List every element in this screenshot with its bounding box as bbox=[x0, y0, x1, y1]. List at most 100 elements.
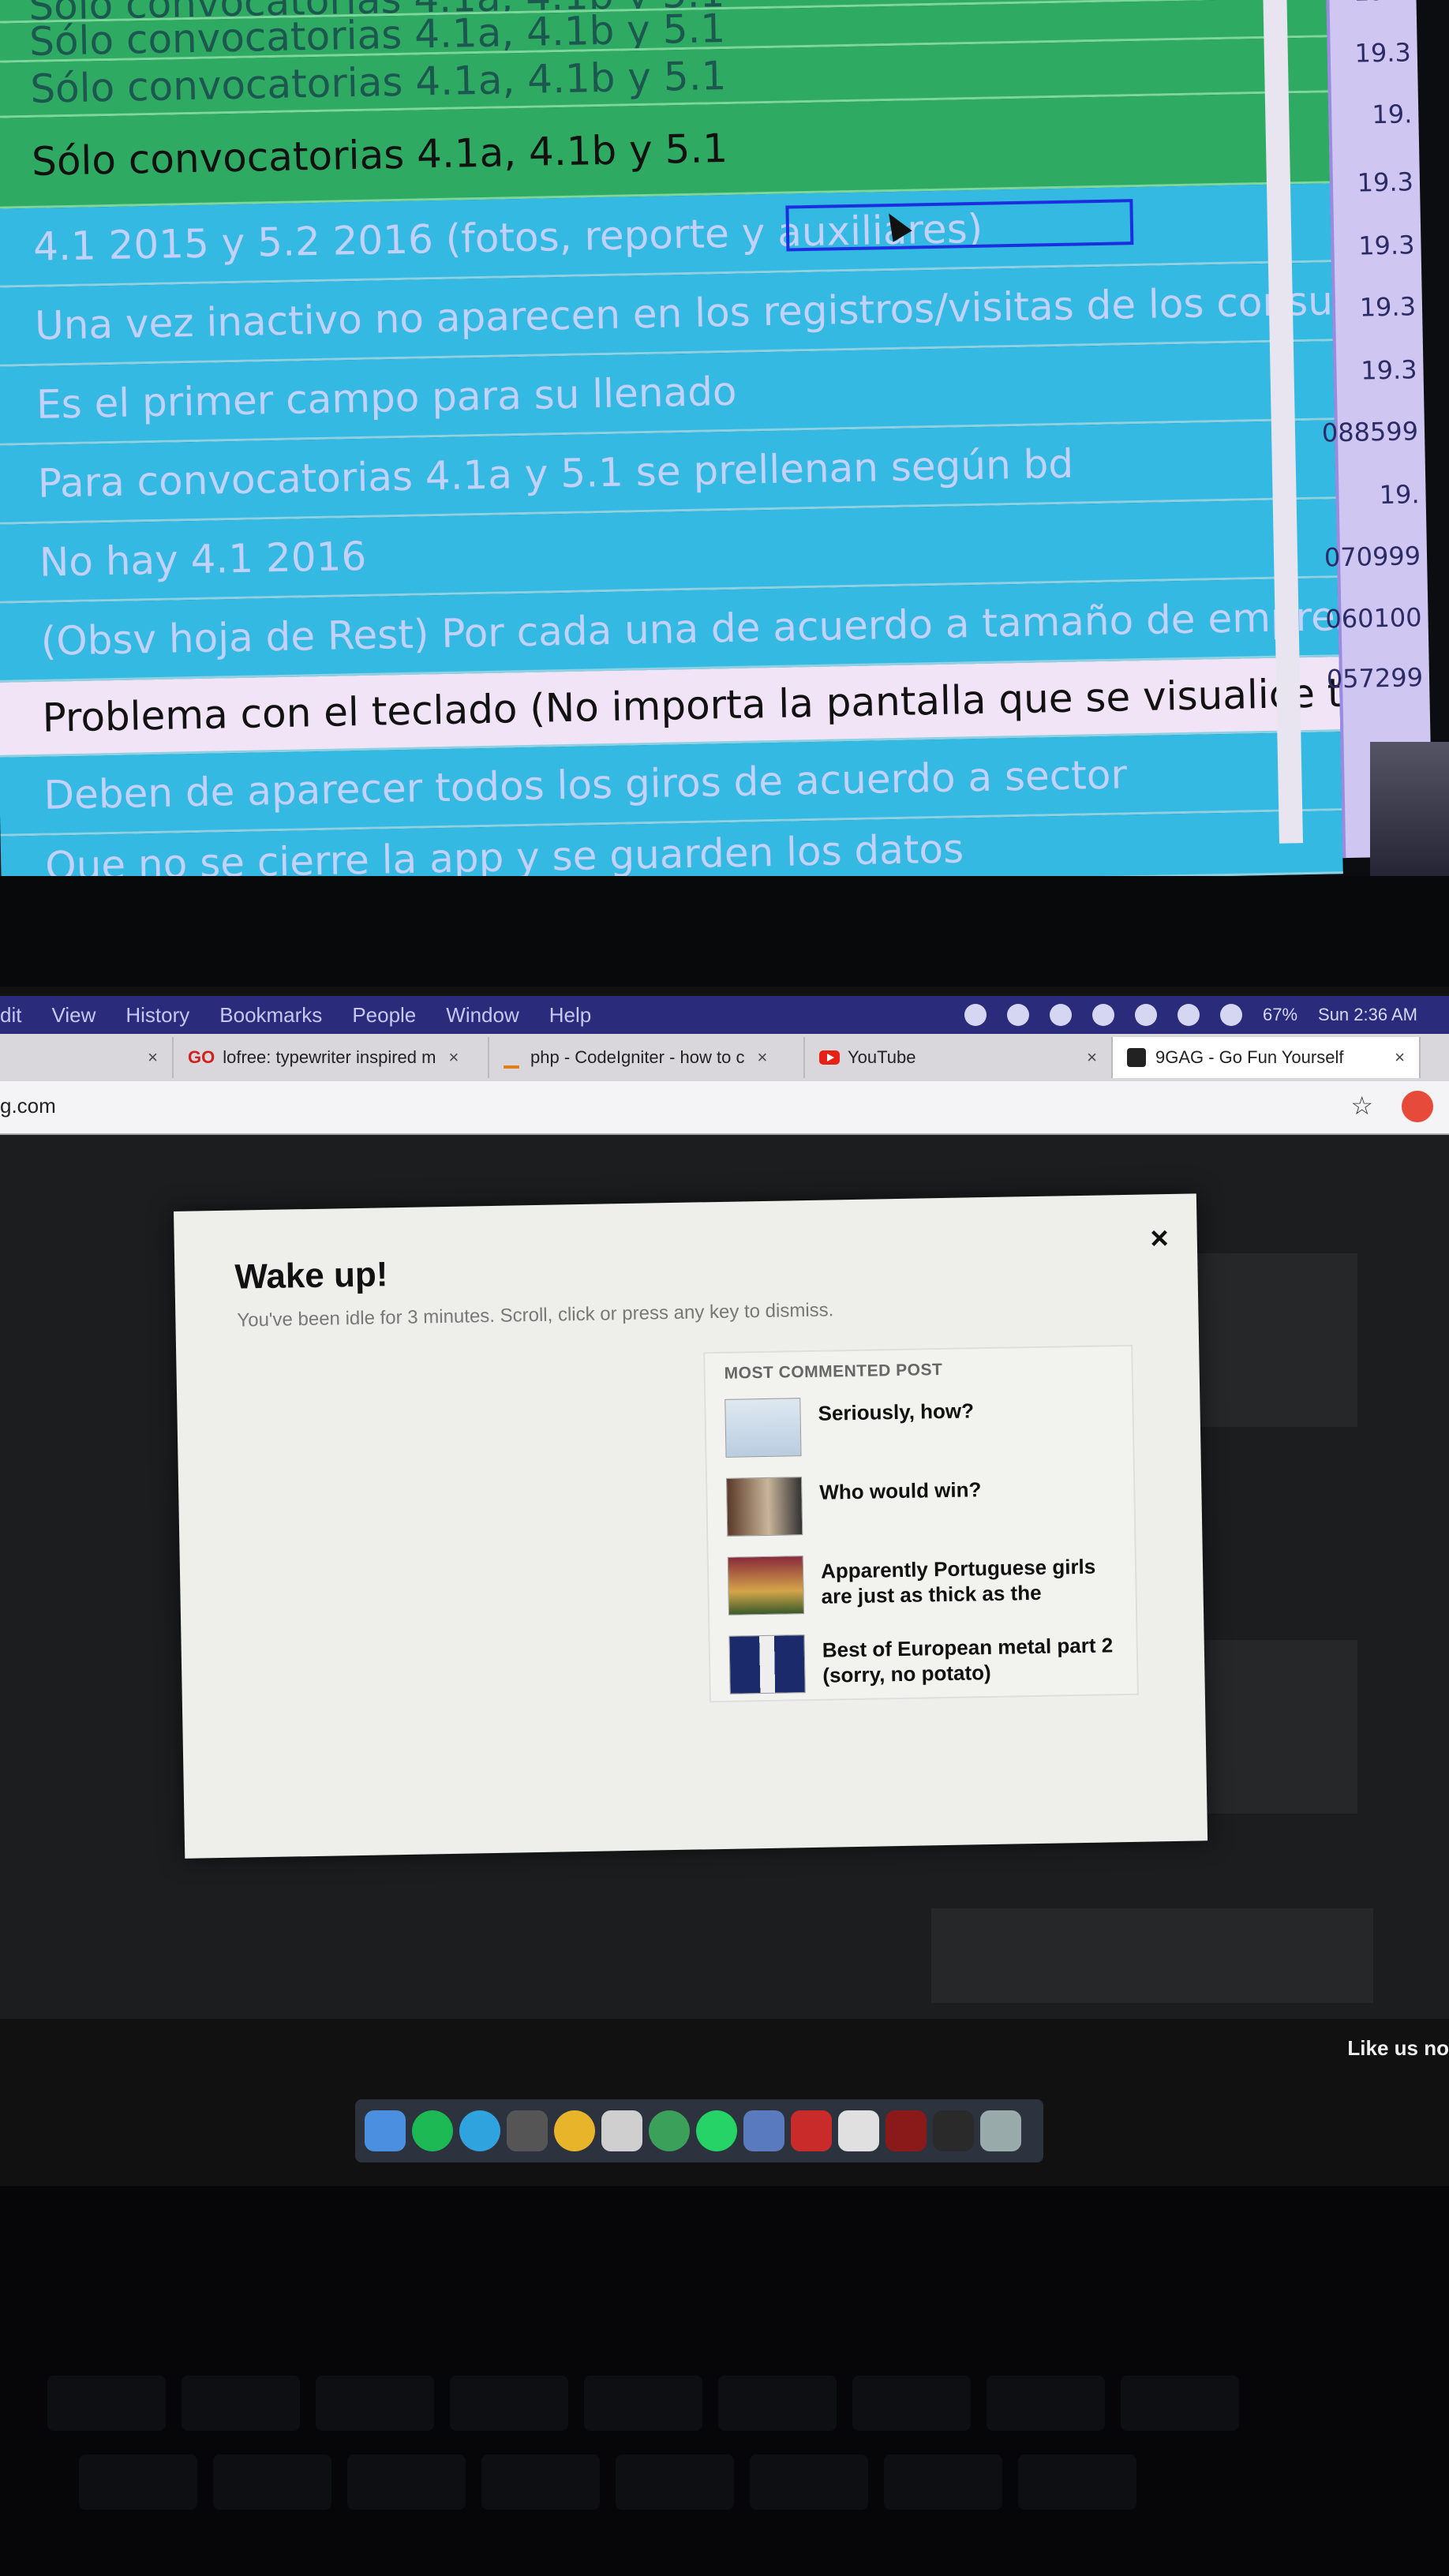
value-cell: 19.3 bbox=[1354, 37, 1412, 69]
tab-9gag[interactable]: 9GAG - Go Fun Yourself × bbox=[1113, 1037, 1421, 1078]
chrome-icon[interactable] bbox=[554, 2110, 595, 2151]
filezilla-icon[interactable] bbox=[791, 2110, 832, 2151]
value-cell: 19. bbox=[1372, 99, 1413, 130]
post-title[interactable]: Seriously, how? bbox=[818, 1395, 1125, 1426]
post-title[interactable]: Apparently Portuguese girls are just as … bbox=[821, 1553, 1129, 1609]
keyboard-key bbox=[852, 2376, 971, 2431]
post-title[interactable]: Best of European metal part 2 (sorry, no… bbox=[822, 1632, 1131, 1688]
keyboard-key bbox=[182, 2376, 300, 2431]
trash-icon[interactable] bbox=[980, 2110, 1021, 2151]
post-thumbnail[interactable] bbox=[728, 1634, 806, 1694]
bookmark-star-icon[interactable]: ☆ bbox=[1350, 1091, 1373, 1121]
value-cell: 19.3 bbox=[1357, 167, 1414, 198]
cell-text: Es el primer campo para su llenado bbox=[36, 368, 737, 428]
tab-label: php - CodeIgniter - how to c bbox=[530, 1047, 745, 1067]
finder-icon[interactable] bbox=[365, 2110, 406, 2151]
keyboard-icon[interactable] bbox=[1219, 1004, 1242, 1026]
spreadsheet[interactable]: Sólo convocatorias 4.1a, 4.1b y 5.1 Sólo… bbox=[0, 0, 1433, 884]
tab-label: YouTube bbox=[848, 1047, 916, 1067]
app-icon[interactable] bbox=[838, 2110, 879, 2151]
youtube-icon bbox=[819, 1050, 840, 1065]
telegram-icon[interactable] bbox=[459, 2110, 500, 2151]
idle-modal[interactable]: × Wake up! You've been idle for 3 minute… bbox=[174, 1193, 1208, 1859]
close-icon[interactable]: × bbox=[1087, 1047, 1097, 1068]
status-area: 67% Sun 2:36 AM bbox=[964, 1004, 1417, 1026]
creative-cloud-icon[interactable] bbox=[964, 1004, 987, 1026]
telegram-icon[interactable] bbox=[1006, 1004, 1029, 1026]
keyboard-key bbox=[1018, 2454, 1136, 2510]
sequel-pro-icon[interactable] bbox=[507, 2110, 548, 2151]
url-text[interactable]: g.com bbox=[0, 1094, 56, 1118]
cell-text: Sólo convocatorias 4.1a, 4.1b y 5.1 bbox=[29, 52, 727, 112]
volume-icon[interactable] bbox=[1134, 1004, 1157, 1026]
mac-dock bbox=[355, 2099, 1043, 2162]
keyboard-key bbox=[616, 2454, 734, 2510]
acrobat-icon[interactable] bbox=[886, 2110, 927, 2151]
close-icon[interactable]: × bbox=[448, 1047, 459, 1068]
extension-icon[interactable] bbox=[1402, 1091, 1433, 1122]
menu-people[interactable]: People bbox=[352, 1003, 416, 1028]
close-icon[interactable]: × bbox=[1395, 1047, 1405, 1068]
9gag-icon bbox=[1127, 1048, 1146, 1067]
post-thumbnail[interactable] bbox=[724, 1398, 802, 1458]
menu-window[interactable]: Window bbox=[446, 1003, 519, 1028]
tab-label: lofree: typewriter inspired m bbox=[223, 1047, 436, 1067]
menu-bookmarks[interactable]: Bookmarks bbox=[219, 1003, 322, 1028]
close-icon[interactable]: × bbox=[757, 1047, 767, 1068]
stackoverflow-icon bbox=[504, 1046, 519, 1069]
post-item[interactable]: Seriously, how? bbox=[724, 1392, 1120, 1461]
keyboard-key bbox=[79, 2454, 197, 2510]
tab[interactable]: × bbox=[0, 1037, 174, 1078]
keyboard-key bbox=[213, 2454, 331, 2510]
menu-view[interactable]: View bbox=[51, 1003, 95, 1028]
menu-edit[interactable]: dit bbox=[0, 1003, 21, 1028]
clock[interactable]: Sun 2:36 AM bbox=[1318, 1005, 1417, 1025]
console-icon[interactable] bbox=[933, 2110, 974, 2151]
post-item[interactable]: Apparently Portuguese girls are just as … bbox=[727, 1550, 1123, 1619]
tab-youtube[interactable]: YouTube × bbox=[805, 1037, 1113, 1078]
section-header: MOST COMMENTED POST bbox=[724, 1361, 943, 1383]
close-icon[interactable]: × bbox=[148, 1047, 158, 1068]
app-icon[interactable] bbox=[649, 2110, 690, 2151]
keyboard-key bbox=[884, 2454, 1002, 2510]
tab-lofree[interactable]: GO lofree: typewriter inspired m × bbox=[174, 1037, 489, 1078]
keyboard-key bbox=[987, 2376, 1105, 2431]
spotify-icon[interactable] bbox=[412, 2110, 453, 2151]
cell-text: Para convocatorias 4.1a y 5.1 se prellen… bbox=[37, 440, 1074, 507]
post-thumbnail[interactable] bbox=[727, 1556, 805, 1616]
keyboard-key bbox=[450, 2376, 568, 2431]
address-bar[interactable]: g.com ☆ bbox=[0, 1081, 1449, 1135]
battery-percent[interactable]: 67% bbox=[1263, 1005, 1297, 1025]
whatsapp-icon[interactable] bbox=[696, 2110, 737, 2151]
post-thumbnail[interactable] bbox=[726, 1477, 803, 1537]
value-cell: 19. bbox=[1379, 479, 1420, 511]
mac-menubar: dit View History Bookmarks People Window… bbox=[0, 996, 1449, 1034]
keyboard-key bbox=[47, 2376, 166, 2431]
airplay-icon[interactable] bbox=[1091, 1004, 1114, 1026]
google-drive-icon[interactable] bbox=[1049, 1004, 1072, 1026]
modal-subtitle: You've been idle for 3 minutes. Scroll, … bbox=[237, 1299, 834, 1331]
favicon: GO bbox=[188, 1047, 215, 1067]
like-us-link[interactable]: Like us no bbox=[1347, 2036, 1449, 2061]
browser-tabbar: × GO lofree: typewriter inspired m × php… bbox=[0, 1034, 1449, 1081]
close-icon[interactable]: × bbox=[1150, 1221, 1169, 1256]
value-cell: 057299 bbox=[1326, 662, 1424, 695]
tab-stackoverflow[interactable]: php - CodeIgniter - how to c × bbox=[489, 1037, 805, 1078]
monitor-bezel bbox=[0, 876, 1449, 987]
post-item[interactable]: Who would win? bbox=[726, 1471, 1121, 1540]
keyboard-key bbox=[750, 2454, 868, 2510]
cell-text: Problema con el teclado (No importa la p… bbox=[42, 669, 1341, 741]
keyboard-key bbox=[584, 2376, 702, 2431]
value-cell: 19.3 bbox=[1359, 291, 1417, 323]
cell-text: Sólo convocatorias 4.1a, 4.1b y 5.1 bbox=[31, 125, 728, 185]
preview-icon[interactable] bbox=[743, 2110, 784, 2151]
value-cell: 19.3 bbox=[1354, 0, 1410, 7]
post-item[interactable]: Best of European metal part 2 (sorry, no… bbox=[728, 1629, 1124, 1698]
menu-history[interactable]: History bbox=[125, 1003, 189, 1028]
post-title[interactable]: Who would win? bbox=[819, 1474, 1127, 1505]
menu-help[interactable]: Help bbox=[549, 1003, 591, 1028]
tab-label: 9GAG - Go Fun Yourself bbox=[1155, 1047, 1344, 1067]
cell-selection[interactable] bbox=[785, 199, 1134, 252]
wifi-icon[interactable] bbox=[1177, 1004, 1200, 1026]
notes-icon[interactable] bbox=[601, 2110, 642, 2151]
